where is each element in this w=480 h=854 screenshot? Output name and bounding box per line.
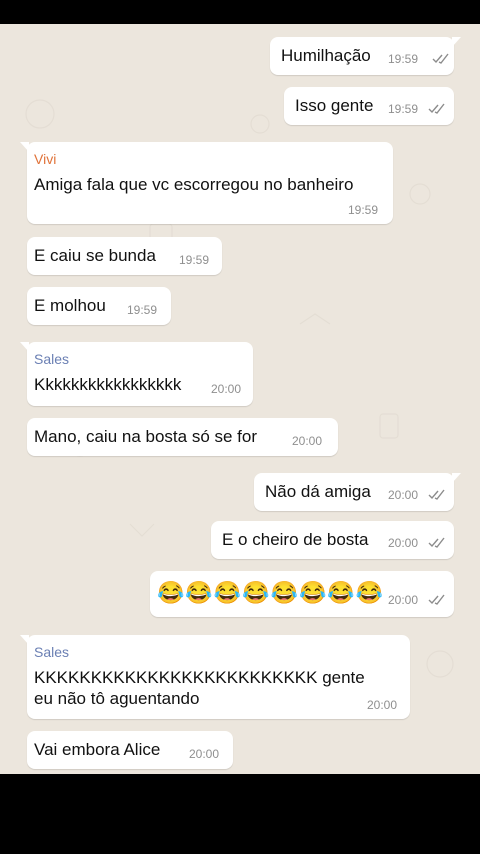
message-time: 20:00	[388, 593, 419, 607]
message-bubble[interactable]: E caiu se bunda 19:59	[27, 237, 222, 275]
sender-name: Sales	[34, 644, 70, 660]
message-text: Kkkkkkkkkkkkkkkkk	[34, 375, 182, 394]
double-check-icon	[428, 103, 445, 114]
message-text: Não dá amiga	[265, 482, 371, 501]
double-check-icon	[432, 53, 449, 64]
message-text-line: eu não tô aguentando	[34, 689, 200, 708]
message-time: 20:00	[388, 536, 419, 550]
message-time: 20:00	[388, 488, 419, 502]
message-time: 20:00	[367, 698, 398, 712]
message-text: Isso gente	[295, 96, 374, 115]
double-check-icon	[428, 489, 445, 500]
sender-name: Vivi	[34, 151, 57, 167]
sender-name: Sales	[34, 351, 70, 367]
double-check-icon	[428, 594, 445, 605]
message-time: 20:00	[211, 382, 242, 396]
message-text: Vai embora Alice	[34, 740, 161, 759]
message-bubble[interactable]: Não dá amiga 20:00	[254, 473, 461, 511]
message-text: Amiga fala que vc escorregou no banheiro	[34, 175, 354, 194]
message-text: E o cheiro de bosta	[222, 530, 369, 549]
message-bubble[interactable]: Sales Kkkkkkkkkkkkkkkkk 20:00	[20, 342, 253, 406]
message-time: 19:59	[388, 102, 419, 116]
message-text: Mano, caiu na bosta só se for	[34, 427, 258, 446]
message-text: Humilhação	[281, 46, 371, 65]
message-time: 19:59	[127, 303, 158, 317]
message-text-line: KKKKKKKKKKKKKKKKKKKKKKKKK gente	[34, 668, 365, 687]
double-check-icon	[428, 537, 445, 548]
message-bubble[interactable]: Vai embora Alice 20:00	[27, 731, 233, 769]
message-bubble[interactable]: Vivi Amiga fala que vc escorregou no ban…	[20, 142, 393, 224]
message-bubble[interactable]: Sales KKKKKKKKKKKKKKKKKKKKKKKKK gente eu…	[20, 635, 410, 719]
message-bubble[interactable]: E molhou 19:59	[27, 287, 171, 325]
message-text: E caiu se bunda	[34, 246, 156, 265]
message-time: 20:00	[189, 747, 220, 761]
message-bubble[interactable]: 😂😂😂😂😂😂😂😂 20:00	[150, 571, 454, 617]
message-time: 19:59	[348, 203, 379, 217]
message-time: 20:00	[292, 434, 323, 448]
message-time: 19:59	[388, 52, 419, 66]
message-bubble[interactable]: Humilhação 19:59	[270, 37, 461, 75]
chat-area[interactable]: Humilhação 19:59 Isso gente 19:59 Vivi A…	[0, 24, 480, 774]
laughing-emoji-message: 😂😂😂😂😂😂😂😂	[157, 580, 385, 605]
message-bubble[interactable]: Isso gente 19:59	[284, 87, 454, 125]
message-bubble[interactable]: Mano, caiu na bosta só se for 20:00	[27, 418, 338, 456]
message-text: E molhou	[34, 296, 106, 315]
message-time: 19:59	[179, 253, 210, 267]
message-bubble[interactable]: E o cheiro de bosta 20:00	[211, 521, 454, 559]
